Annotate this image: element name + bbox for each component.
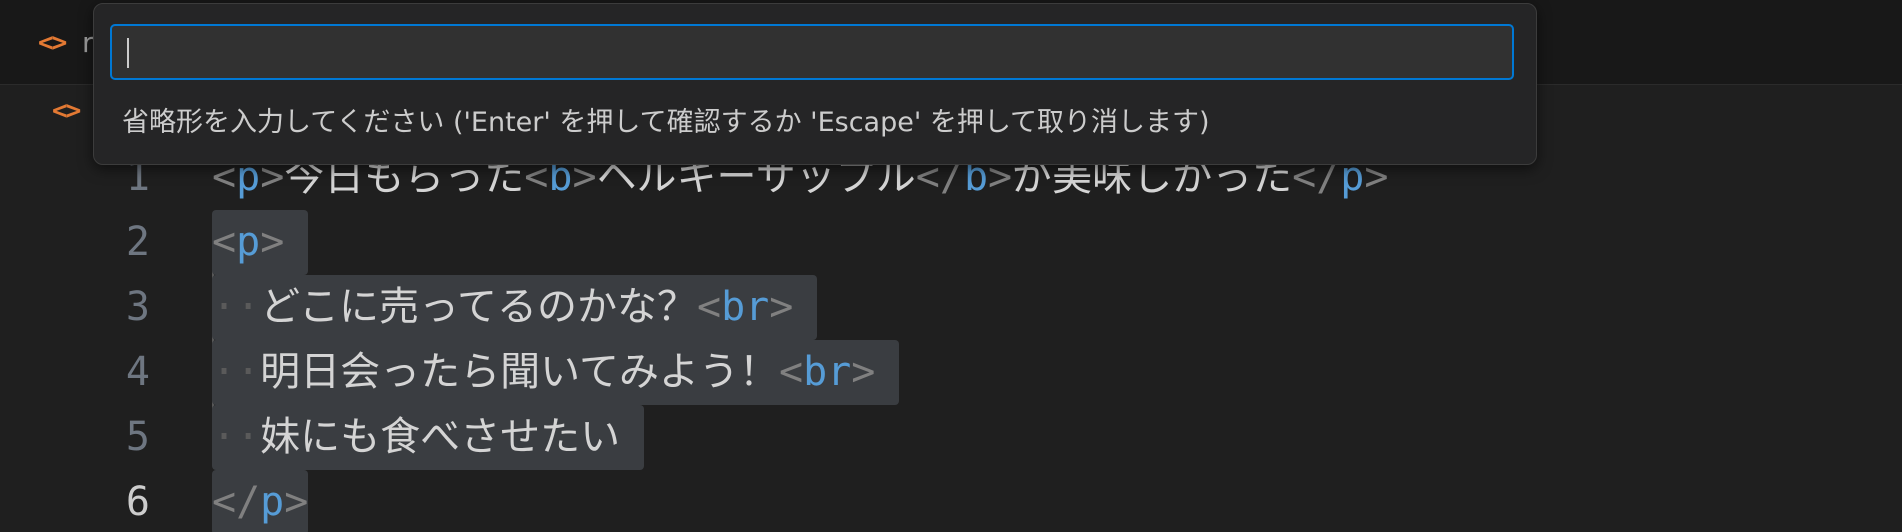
code-editor[interactable]: 1 <p>今日もらった<b>ヘルキーサップル</b>が美味しかった</p> 2 … <box>0 145 1902 532</box>
tag-name: br <box>803 349 852 395</box>
text-content: 妹にも食べさせたい <box>260 414 621 460</box>
tag-punctuation: </ <box>212 479 261 525</box>
selected-code-text[interactable]: ··どこに売ってるのかな？<br> <box>212 275 818 340</box>
code-line-2[interactable]: 2 <p> <box>0 210 1902 275</box>
line-number: 5 <box>125 414 150 460</box>
tag-punctuation: > <box>769 284 794 330</box>
tag-punctuation: < <box>696 284 722 330</box>
code-line-4[interactable]: 4 ··明日会ったら聞いてみよう！<br> <box>0 340 1902 405</box>
code-line-5[interactable]: 5 ··妹にも食べさせたい <box>0 405 1902 470</box>
tag-punctuation: < <box>778 349 804 395</box>
selected-code-text[interactable]: ··妹にも食べさせたい <box>212 405 645 470</box>
tag-punctuation: < <box>212 219 237 265</box>
selected-code-text[interactable]: ··明日会ったら聞いてみよう！<br> <box>212 340 900 405</box>
whitespace-dots: ·· <box>212 414 261 460</box>
quick-input-widget: 省略形を入力してください ('Enter' を押して確認するか 'Escape'… <box>93 3 1537 165</box>
selected-code-text[interactable]: <p> <box>212 210 309 275</box>
line-number: 3 <box>125 284 150 330</box>
tag-punctuation: > <box>851 349 876 395</box>
selected-code-text[interactable]: </p> <box>212 470 309 532</box>
line-number: 2 <box>125 219 150 265</box>
tag-punctuation: > <box>284 479 309 525</box>
html-file-icon[interactable]: <> <box>38 28 67 58</box>
whitespace-dots: ·· <box>212 284 261 330</box>
tag-name: p <box>236 219 261 265</box>
abbreviation-input[interactable] <box>110 24 1514 80</box>
tag-punctuation: > <box>260 219 285 265</box>
line-number: 4 <box>125 349 150 395</box>
breadcrumb-html-file-icon[interactable]: <> <box>52 96 81 126</box>
code-line-6[interactable]: 6 </p> <box>0 470 1902 532</box>
line-number-active: 6 <box>125 479 150 525</box>
tag-name: br <box>721 284 770 330</box>
text-caret <box>127 38 129 68</box>
text-content: 明日会ったら聞いてみよう！ <box>260 349 779 395</box>
quick-input-hint: 省略形を入力してください ('Enter' を押して確認するか 'Escape'… <box>122 107 1210 138</box>
text-content: どこに売ってるのかな？ <box>260 284 697 330</box>
whitespace-dots: ·· <box>212 349 261 395</box>
code-line-3[interactable]: 3 ··どこに売ってるのかな？<br> <box>0 275 1902 340</box>
editor-tab-label[interactable]: r <box>82 26 94 59</box>
tag-name: p <box>260 479 285 525</box>
